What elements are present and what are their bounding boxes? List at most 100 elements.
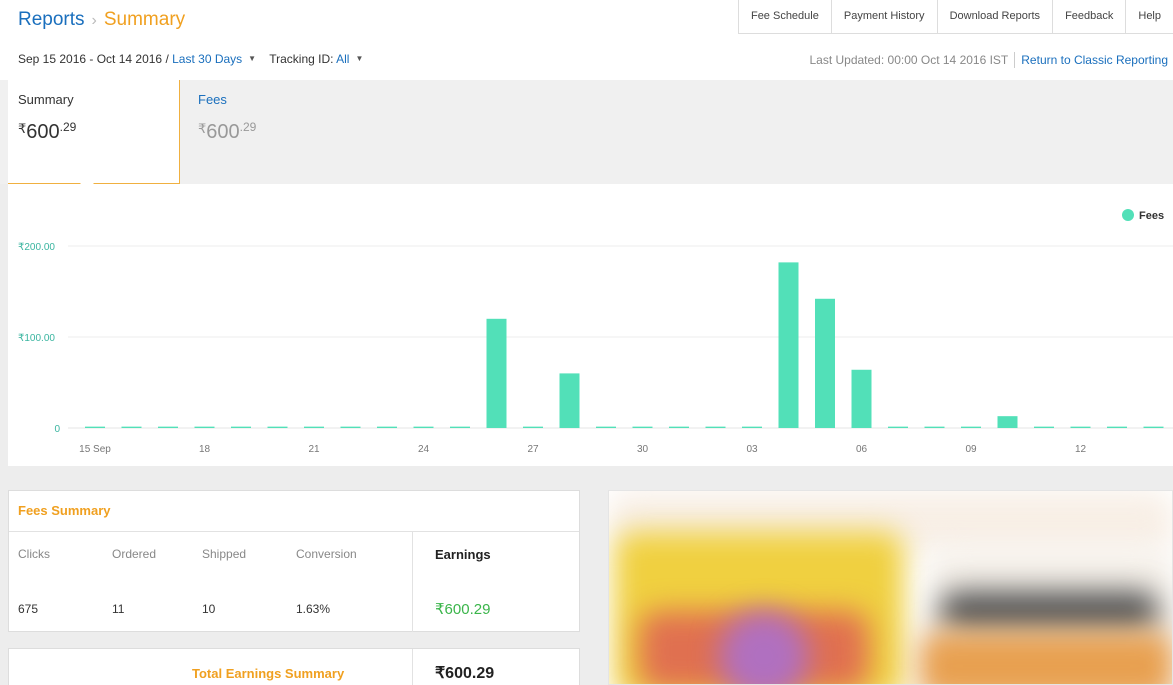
period-dropdown[interactable]: Last 30 Days bbox=[172, 52, 242, 66]
tab-fees-title: Fees bbox=[198, 92, 227, 107]
download-reports-link[interactable]: Download Reports bbox=[936, 0, 1053, 34]
chart-bar[interactable] bbox=[121, 426, 142, 428]
chart-bar[interactable] bbox=[158, 426, 178, 428]
x-tick-label: 21 bbox=[308, 444, 320, 455]
amount-whole: 600 bbox=[206, 121, 240, 143]
page-title: Summary bbox=[103, 9, 186, 30]
summary-tabs: Summary ₹600.29 Fees ₹600.29 bbox=[0, 80, 1173, 184]
chart-bar[interactable] bbox=[1107, 426, 1127, 428]
x-tick-label: 06 bbox=[856, 444, 868, 455]
tab-fees-amount: ₹600.29 bbox=[198, 120, 256, 144]
filter-bar: Sep 15 2016 - Oct 14 2016 / Last 30 Days… bbox=[18, 52, 373, 66]
y-tick-label: 0 bbox=[54, 424, 60, 435]
last-updated-text: Last Updated: 00:00 Oct 14 2016 IST bbox=[809, 53, 1009, 67]
chart-bar[interactable] bbox=[1034, 426, 1054, 428]
y-tick-label: ₹200.00 bbox=[18, 242, 55, 253]
chevron-right-icon: › bbox=[91, 12, 97, 29]
total-earnings-cell: ₹600.29 bbox=[412, 649, 579, 685]
chart-bar[interactable] bbox=[486, 318, 507, 428]
chart-bar[interactable] bbox=[705, 426, 726, 428]
help-link[interactable]: Help bbox=[1125, 0, 1173, 34]
chart-bar[interactable] bbox=[851, 369, 872, 428]
amount-whole: 600 bbox=[26, 121, 60, 143]
divider bbox=[1014, 52, 1016, 68]
chart-bar[interactable] bbox=[778, 262, 799, 428]
column-header: Conversion bbox=[296, 547, 357, 561]
column-header: Shipped bbox=[202, 547, 247, 561]
x-tick-label: 24 bbox=[418, 444, 430, 455]
column-value: 675 bbox=[18, 602, 39, 616]
amount-decimal: .29 bbox=[239, 120, 257, 134]
chart-bar[interactable] bbox=[450, 426, 470, 428]
chart-bar[interactable] bbox=[924, 426, 945, 428]
breadcrumb: Reports › Summary bbox=[18, 9, 185, 31]
x-tick-label: 27 bbox=[527, 444, 539, 455]
promo-banner[interactable] bbox=[608, 490, 1173, 685]
chart-bar[interactable] bbox=[997, 416, 1018, 428]
chart-bar[interactable] bbox=[85, 426, 105, 428]
chart-bar[interactable] bbox=[961, 426, 981, 428]
chart-canvas: ₹200.00 ₹100.00 0 15 Sep 18 21 24 27 30 03 06 09 12… bbox=[18, 209, 1173, 455]
x-tick-label: 03 bbox=[746, 444, 758, 455]
x-tick-label: 18 bbox=[199, 444, 211, 455]
legend-label[interactable]: Fees bbox=[1139, 210, 1164, 222]
breadcrumb-reports-link[interactable]: Reports bbox=[18, 9, 85, 30]
fees-chart: ₹200.00 ₹100.00 0 15 Sep 18 21 24 27 30 03 06 09 12… bbox=[8, 184, 1173, 466]
chart-bar[interactable] bbox=[523, 426, 543, 428]
caret-down-icon[interactable]: ▼ bbox=[355, 54, 363, 63]
x-tick-label: 30 bbox=[637, 444, 649, 455]
column-value: 11 bbox=[112, 602, 125, 616]
fee-schedule-link[interactable]: Fee Schedule bbox=[737, 0, 831, 34]
chart-bar[interactable] bbox=[231, 426, 251, 428]
promo-image-blur bbox=[919, 631, 1172, 684]
earnings-value: ₹600.29 bbox=[435, 601, 491, 618]
earnings-header: Earnings bbox=[435, 547, 491, 562]
tracking-id-label: Tracking ID: bbox=[269, 52, 334, 66]
caret-down-icon[interactable]: ▼ bbox=[248, 54, 256, 63]
chart-bar[interactable] bbox=[1070, 426, 1091, 428]
chart-bar[interactable] bbox=[340, 426, 361, 428]
chart-bar[interactable] bbox=[815, 298, 835, 428]
chart-bar[interactable] bbox=[413, 426, 434, 428]
tab-fees[interactable]: Fees ₹600.29 bbox=[198, 80, 398, 184]
chart-bar[interactable] bbox=[632, 426, 653, 428]
column-header: Ordered bbox=[112, 547, 157, 561]
earnings-column: Earnings ₹600.29 bbox=[412, 532, 579, 632]
column-value: 1.63% bbox=[296, 602, 331, 616]
amount-decimal: .29 bbox=[59, 120, 77, 134]
feedback-link[interactable]: Feedback bbox=[1052, 0, 1126, 34]
chart-bar[interactable] bbox=[888, 426, 908, 428]
column-header: Clicks bbox=[18, 547, 50, 561]
chart-bar[interactable] bbox=[377, 426, 397, 428]
chart-bar[interactable] bbox=[1143, 426, 1164, 428]
chart-bar[interactable] bbox=[669, 426, 689, 428]
payment-history-link[interactable]: Payment History bbox=[830, 0, 937, 34]
column-value: 10 bbox=[202, 602, 216, 616]
date-range-label: Sep 15 2016 - Oct 14 2016 / bbox=[18, 52, 169, 66]
x-tick-label: 12 bbox=[1075, 444, 1087, 455]
total-earnings-panel: Total Earnings Summary ₹600.29 bbox=[8, 648, 580, 685]
x-tick-label: 09 bbox=[965, 444, 977, 455]
fees-summary-title: Fees Summary bbox=[18, 503, 111, 518]
legend-marker-icon bbox=[1122, 209, 1134, 221]
y-tick-label: ₹100.00 bbox=[18, 333, 55, 344]
chart-bar[interactable] bbox=[304, 426, 324, 428]
top-links: Fee Schedule Payment History Download Re… bbox=[737, 0, 1173, 34]
chart-bar[interactable] bbox=[559, 373, 580, 428]
fees-summary-panel: Fees Summary Clicks 675 Ordered 11 Shipp… bbox=[8, 490, 580, 632]
x-tick-label: 15 Sep bbox=[79, 444, 111, 455]
tracking-id-dropdown[interactable]: All bbox=[336, 52, 349, 66]
promo-image-blur bbox=[939, 591, 1159, 631]
total-earnings-label: Total Earnings Summary bbox=[192, 666, 345, 681]
tab-summary-title: Summary bbox=[18, 92, 74, 107]
chart-bar[interactable] bbox=[596, 426, 616, 428]
tab-summary[interactable]: Summary ₹600.29 bbox=[8, 80, 180, 184]
chart-bar[interactable] bbox=[267, 426, 288, 428]
tab-summary-amount: ₹600.29 bbox=[18, 120, 76, 144]
chart-bar[interactable] bbox=[742, 426, 762, 428]
total-earnings-value: ₹600.29 bbox=[435, 665, 495, 682]
top-bar: Reports › Summary Fee Schedule Payment His… bbox=[0, 0, 1173, 80]
classic-reporting-link[interactable]: Return to Classic Reporting bbox=[1021, 53, 1168, 67]
update-status: Last Updated: 00:00 Oct 14 2016 IST Retur… bbox=[809, 52, 1168, 68]
chart-bar[interactable] bbox=[194, 426, 215, 428]
